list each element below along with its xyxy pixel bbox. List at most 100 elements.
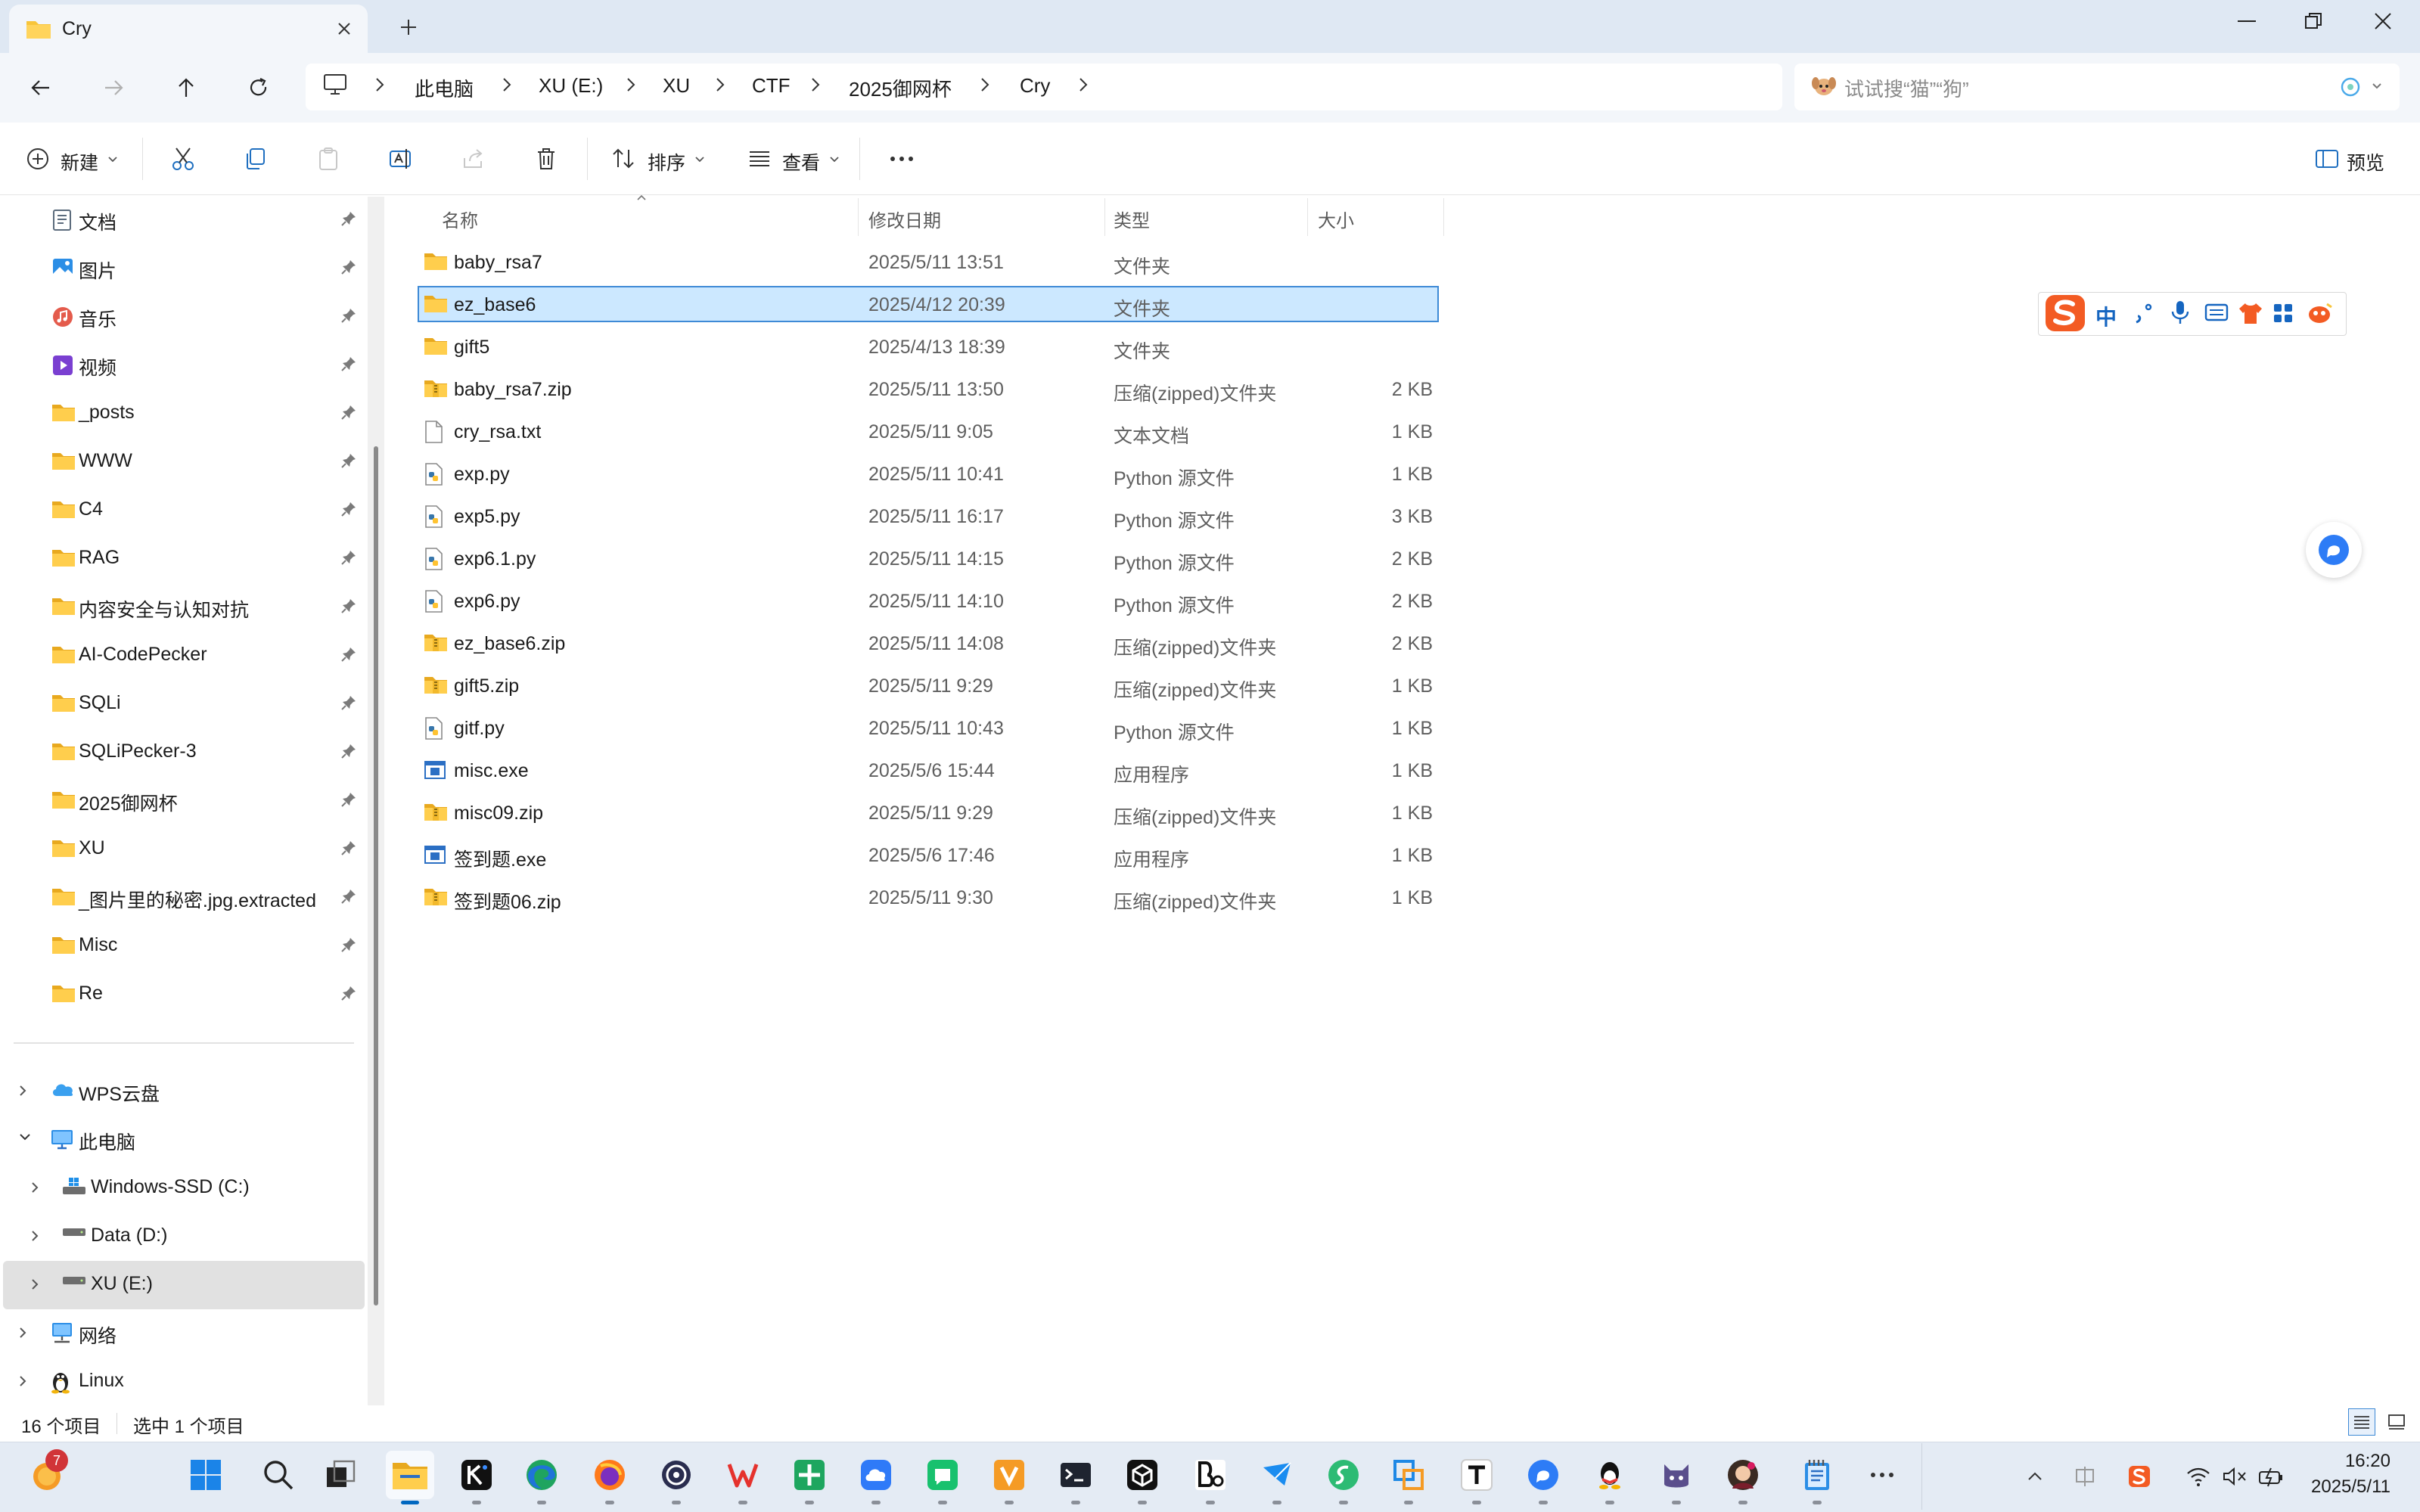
- wps-office-icon[interactable]: [719, 1451, 767, 1499]
- punctuation-icon[interactable]: [2133, 301, 2154, 324]
- clock-date[interactable]: 2025/5/11: [2300, 1476, 2390, 1498]
- paste-icon[interactable]: [313, 144, 343, 174]
- column-header-date[interactable]: 修改日期: [868, 206, 941, 232]
- file-row[interactable]: baby_rsa7 2025/5/11 13:51 文件夹: [418, 244, 1439, 281]
- nav-tree-item[interactable]: Windows-SSD (C:): [0, 1163, 363, 1212]
- pin-icon[interactable]: [340, 936, 359, 955]
- pin-icon[interactable]: [340, 501, 359, 519]
- qq-icon[interactable]: [1586, 1451, 1634, 1499]
- pin-icon[interactable]: [340, 888, 359, 906]
- file-name[interactable]: cry_rsa.txt: [454, 421, 541, 443]
- copy-icon[interactable]: [241, 144, 271, 174]
- chevron-down-icon[interactable]: [107, 156, 118, 163]
- sidebar-item[interactable]: 内容安全与认知对抗: [0, 582, 363, 631]
- nav-tree-item[interactable]: XU (E:): [0, 1260, 363, 1309]
- file-row[interactable]: ez_base6.zip 2025/5/11 14:08 压缩(zipped)文件夹…: [418, 625, 1439, 663]
- view-button[interactable]: 查看: [782, 148, 820, 175]
- sidebar-item[interactable]: XU: [0, 824, 363, 873]
- nav-tree-item[interactable]: 网络: [0, 1309, 363, 1357]
- floating-assistant-icon[interactable]: [2306, 522, 2362, 578]
- toolbox-grid-icon[interactable]: [2272, 303, 2294, 324]
- kimi-app-icon[interactable]: [452, 1451, 501, 1499]
- rename-icon[interactable]: [386, 144, 416, 174]
- show-hidden-icons-chevron-icon[interactable]: [2021, 1463, 2049, 1490]
- sidebar-item[interactable]: AI-CodePecker: [0, 631, 363, 679]
- nav-tree-item[interactable]: Linux: [0, 1357, 363, 1405]
- file-name[interactable]: exp6.py: [454, 591, 520, 613]
- sidebar-item[interactable]: 文档: [0, 195, 363, 244]
- sogou-logo-icon[interactable]: [2043, 290, 2088, 336]
- microphone-icon[interactable]: [2170, 300, 2191, 325]
- cloud-drive-icon[interactable]: [852, 1451, 900, 1499]
- green-swirl-app-icon[interactable]: [1319, 1451, 1368, 1499]
- file-name[interactable]: 签到题06.zip: [454, 887, 561, 914]
- breadcrumb-xu[interactable]: XU: [663, 74, 690, 98]
- cube-app-icon[interactable]: [1118, 1451, 1167, 1499]
- breadcrumb-this-pc[interactable]: 此电脑: [415, 74, 474, 102]
- share-icon[interactable]: [458, 144, 489, 174]
- minimize-icon[interactable]: [2212, 0, 2282, 42]
- chevron-right-icon[interactable]: [17, 1324, 29, 1341]
- column-header-name[interactable]: 名称: [442, 206, 478, 232]
- pin-icon[interactable]: [340, 598, 359, 616]
- pin-icon[interactable]: [340, 452, 359, 470]
- sidebar-item[interactable]: Re: [0, 970, 363, 1018]
- file-name[interactable]: gift5: [454, 337, 489, 359]
- chevron-right-icon[interactable]: [1077, 76, 1089, 94]
- details-view-icon[interactable]: [2348, 1408, 2375, 1436]
- cut-icon[interactable]: [168, 144, 198, 174]
- file-name[interactable]: baby_rsa7: [454, 252, 542, 274]
- new-tab-icon[interactable]: [393, 12, 424, 42]
- chevron-down-icon[interactable]: [2371, 82, 2383, 91]
- back-arrow-icon[interactable]: [20, 67, 62, 109]
- view-list-icon[interactable]: [744, 144, 775, 174]
- pin-icon[interactable]: [340, 355, 359, 374]
- chevron-right-icon[interactable]: [29, 1276, 41, 1293]
- firefox-icon[interactable]: [586, 1451, 634, 1499]
- file-name[interactable]: 签到题.exe: [454, 845, 546, 872]
- file-row[interactable]: gitf.py 2025/5/11 10:43 Python 源文件 1 KB: [418, 709, 1439, 747]
- breadcrumb-xu-drive[interactable]: XU (E:): [539, 74, 603, 98]
- sidebar-item[interactable]: Misc: [0, 921, 363, 970]
- sidebar-item[interactable]: RAG: [0, 534, 363, 582]
- delete-icon[interactable]: [531, 144, 561, 174]
- file-name[interactable]: exp.py: [454, 464, 510, 486]
- file-row[interactable]: gift5 2025/4/13 18:39 文件夹: [418, 328, 1439, 366]
- chevron-right-icon[interactable]: [501, 76, 513, 94]
- email-app-icon[interactable]: [1253, 1451, 1301, 1499]
- pin-icon[interactable]: [340, 791, 359, 809]
- typora-icon[interactable]: [1452, 1451, 1501, 1499]
- pin-icon[interactable]: [340, 404, 359, 422]
- file-row[interactable]: exp5.py 2025/5/11 16:17 Python 源文件 3 KB: [418, 498, 1439, 536]
- file-row[interactable]: misc.exe 2025/5/6 15:44 应用程序 1 KB: [418, 752, 1439, 790]
- more-apps-icon[interactable]: [1858, 1451, 1906, 1499]
- sidebar-item[interactable]: WWW: [0, 437, 363, 486]
- sidebar-item[interactable]: 视频: [0, 340, 363, 389]
- file-row[interactable]: misc09.zip 2025/5/11 9:29 压缩(zipped)文件夹 1 K…: [418, 794, 1439, 832]
- sidebar-item[interactable]: SQLiPecker-3: [0, 728, 363, 776]
- file-row[interactable]: exp6.1.py 2025/5/11 14:15 Python 源文件 2 KB: [418, 540, 1439, 578]
- column-divider[interactable]: [1443, 198, 1444, 236]
- column-header-type[interactable]: 类型: [1114, 206, 1150, 232]
- sidebar-item[interactable]: _posts: [0, 389, 363, 437]
- pin-icon[interactable]: [340, 549, 359, 567]
- sort-button[interactable]: 排序: [648, 148, 685, 175]
- chevron-right-icon[interactable]: [374, 76, 386, 94]
- preview-button[interactable]: 预览: [2347, 148, 2384, 175]
- column-divider[interactable]: [858, 198, 859, 236]
- chevron-down-icon[interactable]: [17, 1131, 33, 1143]
- more-options-icon[interactable]: [887, 144, 917, 174]
- notepad-icon[interactable]: [1793, 1451, 1841, 1499]
- pin-icon[interactable]: [340, 743, 359, 761]
- sogou-tray-icon[interactable]: [2126, 1463, 2153, 1490]
- file-name[interactable]: ez_base6: [454, 294, 536, 316]
- file-row[interactable]: gift5.zip 2025/5/11 9:29 压缩(zipped)文件夹 1 KB: [418, 667, 1439, 705]
- edge-browser-icon[interactable]: [517, 1451, 566, 1499]
- close-window-icon[interactable]: [2348, 0, 2418, 42]
- tiles-view-icon[interactable]: [2383, 1408, 2410, 1436]
- file-name[interactable]: exp6.1.py: [454, 548, 536, 570]
- file-row[interactable]: 签到题06.zip 2025/5/11 9:30 压缩(zipped)文件夹 1 KB: [418, 879, 1439, 917]
- chevron-right-icon[interactable]: [714, 76, 726, 94]
- file-name[interactable]: misc.exe: [454, 760, 529, 782]
- pin-icon[interactable]: [340, 985, 359, 1003]
